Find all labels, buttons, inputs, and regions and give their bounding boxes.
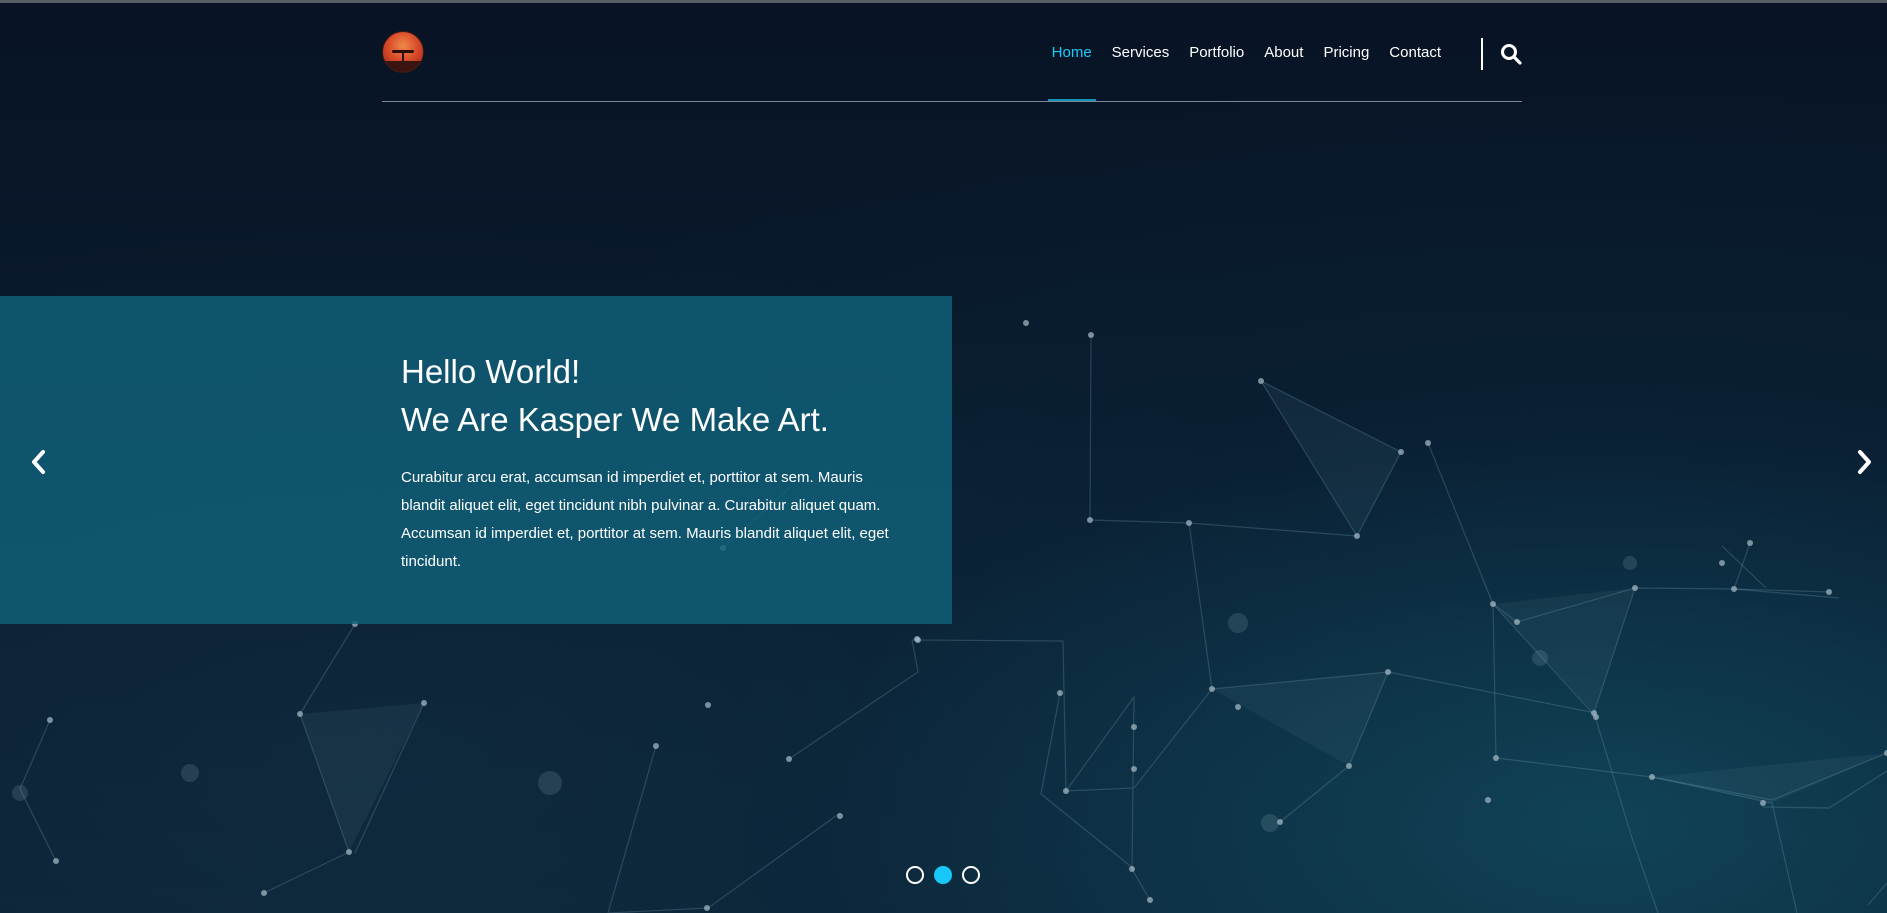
site-header: Home Services Portfolio About Pricing Co… xyxy=(382,3,1522,102)
nav-item-pricing[interactable]: Pricing xyxy=(1323,43,1369,100)
chevron-left-icon[interactable] xyxy=(27,446,51,478)
chevron-right-icon[interactable] xyxy=(1852,446,1876,478)
slide-description: Curabitur arcu erat, accumsan id imperdi… xyxy=(401,469,889,570)
nav-item-services[interactable]: Services xyxy=(1112,43,1170,100)
nav-item-home[interactable]: Home xyxy=(1047,43,1096,101)
logo-ground xyxy=(383,61,423,72)
logo-icon[interactable] xyxy=(382,31,424,73)
slider-pagination xyxy=(906,866,990,884)
slide-caption-box: Hello World! We Are Kasper We Make Art. … xyxy=(0,296,952,624)
logo-tree-trunk xyxy=(402,52,404,61)
nav-item-portfolio[interactable]: Portfolio xyxy=(1189,43,1244,100)
slide-title: Hello World! We Are Kasper We Make Art. xyxy=(401,348,829,444)
hero-section: Home Services Portfolio About Pricing Co… xyxy=(0,3,1887,913)
slide-title-line1: Hello World! xyxy=(401,353,581,390)
main-nav: Home Services Portfolio About Pricing Co… xyxy=(1032,43,1441,101)
nav-divider xyxy=(1481,38,1483,70)
slider-bullet-3[interactable] xyxy=(962,866,980,884)
nav-item-about[interactable]: About xyxy=(1264,43,1303,100)
slider-bullet-1[interactable] xyxy=(906,866,924,884)
search-icon[interactable] xyxy=(1500,43,1522,65)
slider-bullet-2[interactable] xyxy=(934,866,952,884)
slide-title-line2: We Are Kasper We Make Art. xyxy=(401,401,829,438)
nav-item-contact[interactable]: Contact xyxy=(1389,43,1441,100)
